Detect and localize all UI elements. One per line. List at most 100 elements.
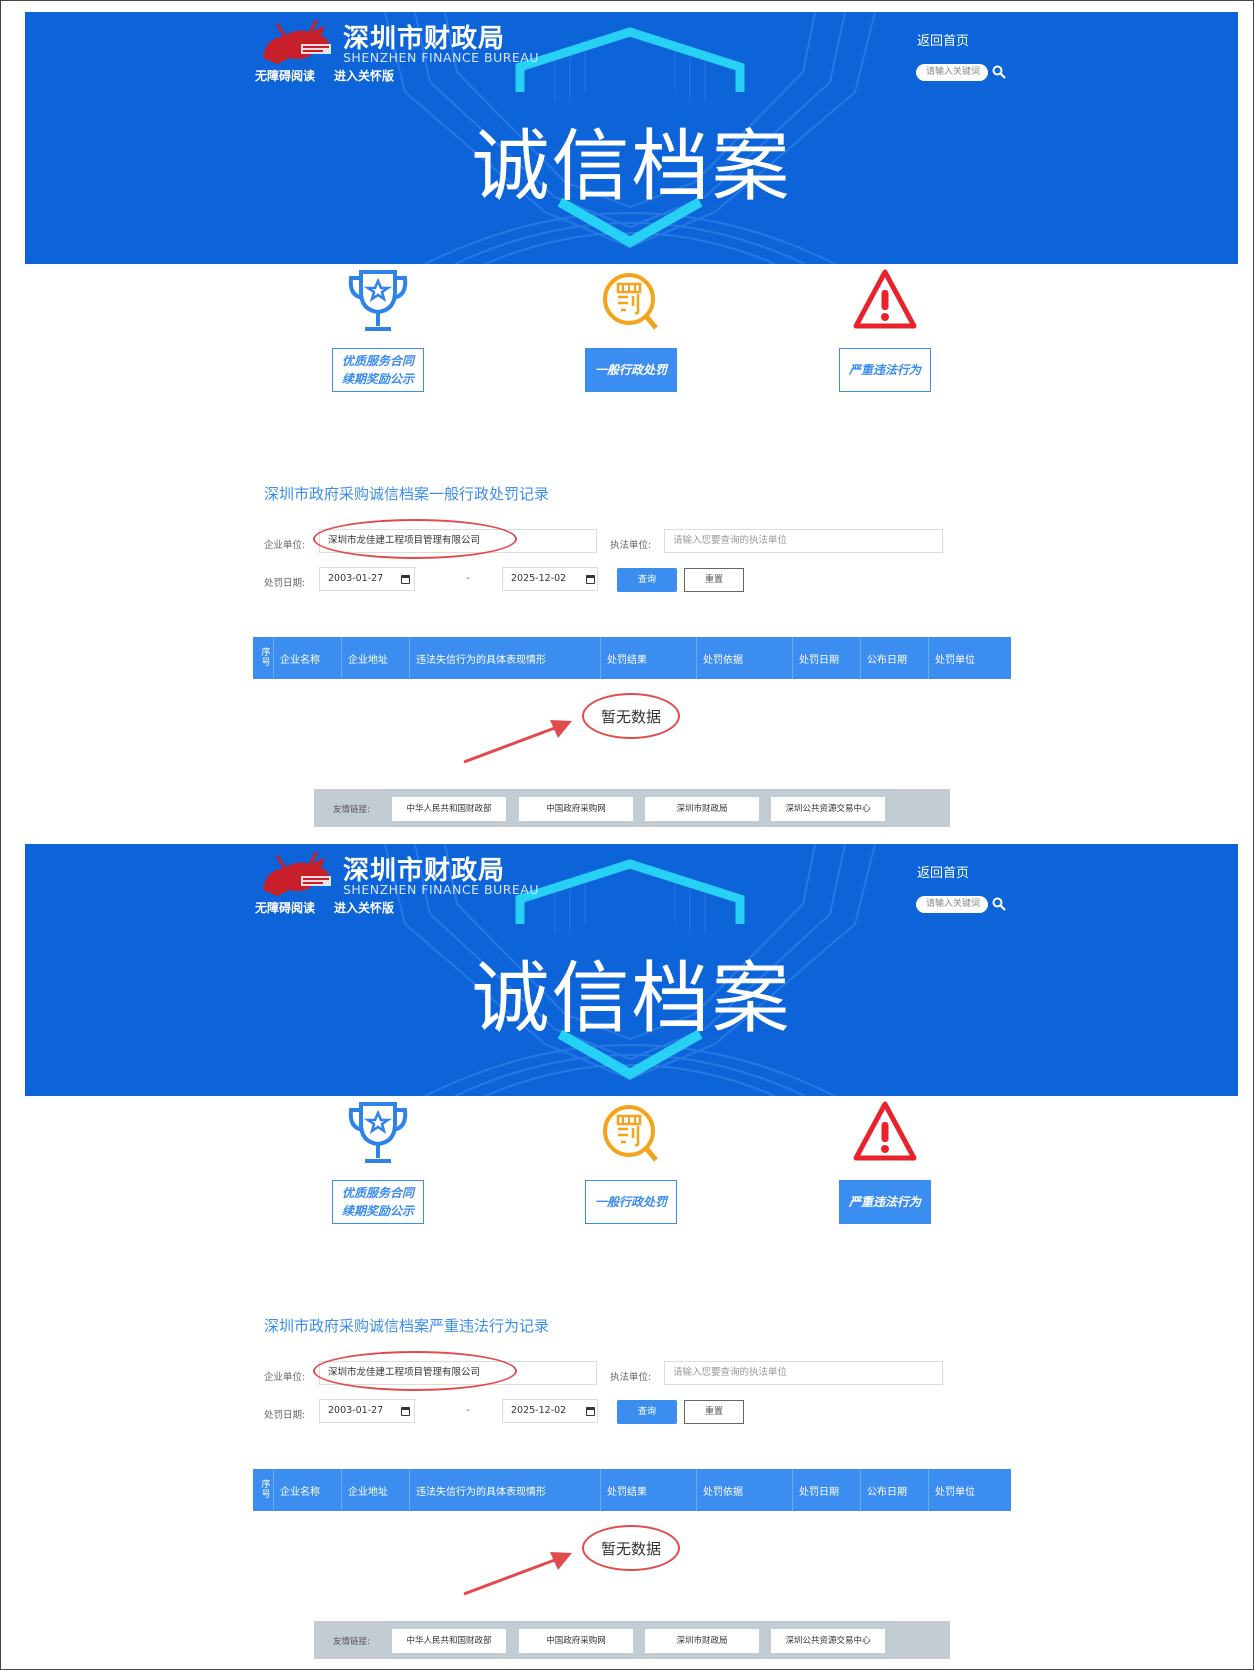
column-header: 处罚依据 <box>697 1469 793 1511</box>
category-award-button[interactable]: 优质服务合同 续期奖励公示 <box>332 1180 424 1224</box>
enforcer-label: 执法单位: <box>610 1372 652 1383</box>
search-input[interactable]: 请输入关键词 <box>916 64 988 81</box>
penalty-icon <box>603 1105 658 1162</box>
column-header: 处罚结果 <box>601 1469 697 1511</box>
company-input[interactable]: 深圳市龙佳建工程项目管理有限公司 <box>319 529 597 553</box>
calendar-icon[interactable] <box>401 575 410 584</box>
category-award[interactable]: 优质服务合同 续期奖励公示 <box>328 266 428 392</box>
column-header: 违法失信行为的具体表现情形 <box>410 1469 601 1511</box>
enforcer-input[interactable]: 请输入您要查询的执法单位 <box>664 1361 943 1385</box>
column-header: 企业地址 <box>342 637 410 679</box>
friendly-links-bar: 友情链接: 中华人民共和国财政部 中国政府采购网 深圳市财政局 深圳公共资源交易… <box>314 789 950 827</box>
column-header-index: 序号 <box>253 637 274 679</box>
date-label: 处罚日期: <box>264 578 306 589</box>
panel-serious-violation: 深圳市财政局 SHENZHEN FINANCE BUREAU 无障碍阅读 进入关… <box>0 832 1254 1667</box>
category-general-penalty-button[interactable]: 一般行政处罚 <box>585 1180 677 1224</box>
column-header: 处罚结果 <box>601 637 697 679</box>
category-serious-violation[interactable]: 严重违法行为 <box>835 266 935 392</box>
calendar-icon[interactable] <box>586 575 595 584</box>
friendly-links-label: 友情链接: <box>333 805 370 815</box>
date-to-input[interactable]: 2025-12-02 <box>502 1399 598 1423</box>
column-header: 违法失信行为的具体表现情形 <box>410 637 601 679</box>
banner: 深圳市财政局 SHENZHEN FINANCE BUREAU 无障碍阅读 进入关… <box>25 844 1238 1096</box>
banner: 深圳市财政局 SHENZHEN FINANCE BUREAU 无障碍阅读 进入关… <box>25 12 1238 264</box>
category-label: 一般行政处罚 <box>594 1195 667 1209</box>
enforcer-label: 执法单位: <box>610 540 652 551</box>
column-header-text: 号 <box>261 1490 271 1500</box>
company-label: 企业单位: <box>264 540 306 551</box>
query-button[interactable]: 查询 <box>617 568 677 592</box>
category-general-penalty-button[interactable]: 一般行政处罚 <box>585 348 677 392</box>
search-icon[interactable] <box>992 65 1006 79</box>
home-link[interactable]: 返回首页 <box>917 30 969 49</box>
panel-general-penalty: 深圳市财政局 SHENZHEN FINANCE BUREAU 无障碍阅读 进入关… <box>0 0 1254 835</box>
footer-link-mof[interactable]: 中华人民共和国财政部 <box>392 797 506 821</box>
category-serious-violation[interactable]: 严重违法行为 <box>835 1098 935 1224</box>
warning-icon <box>853 269 917 329</box>
category-label: 优质服务合同 <box>341 354 414 368</box>
calendar-icon[interactable] <box>586 1407 595 1416</box>
table-header: 序号 企业名称 企业地址 违法失信行为的具体表现情形 处罚结果 处罚依据 处罚日… <box>253 637 1011 679</box>
site-subtitle: SHENZHEN FINANCE BUREAU <box>343 882 540 897</box>
column-header-text: 序 <box>261 648 271 658</box>
column-header-text: 号 <box>261 658 271 668</box>
column-header: 企业名称 <box>274 1469 342 1511</box>
footer-link-ccgp[interactable]: 中国政府采购网 <box>519 1629 633 1653</box>
footer-link-szggzy[interactable]: 深圳公共资源交易中心 <box>771 797 885 821</box>
category-serious-violation-button[interactable]: 严重违法行为 <box>839 1180 931 1224</box>
accessibility-link[interactable]: 无障碍阅读 <box>255 67 315 84</box>
category-label: 续期奖励公示 <box>341 372 414 386</box>
date-separator: - <box>466 1405 470 1416</box>
footer-link-mof[interactable]: 中华人民共和国财政部 <box>392 1629 506 1653</box>
banner-title: 诚信档案 <box>471 122 792 212</box>
column-header: 处罚单位 <box>935 1486 975 1498</box>
category-label: 严重违法行为 <box>848 363 921 377</box>
care-mode-link[interactable]: 进入关怀版 <box>334 899 394 916</box>
column-header-index: 序号 <box>253 1469 274 1511</box>
section-title: 深圳市政府采购诚信档案严重违法行为记录 <box>264 1317 550 1335</box>
friendly-links-bar: 友情链接: 中华人民共和国财政部 中国政府采购网 深圳市财政局 深圳公共资源交易… <box>314 1621 950 1659</box>
column-header: 处罚依据 <box>697 637 793 679</box>
calendar-icon[interactable] <box>401 1407 410 1416</box>
care-mode-link[interactable]: 进入关怀版 <box>334 67 394 84</box>
friendly-links-label: 友情链接: <box>333 1637 370 1647</box>
home-link[interactable]: 返回首页 <box>917 862 969 881</box>
search-icon[interactable] <box>992 897 1006 911</box>
annotation-arrow-icon <box>463 720 572 764</box>
date-to-input[interactable]: 2025-12-02 <box>502 567 598 591</box>
category-label: 优质服务合同 <box>341 1186 414 1200</box>
category-award[interactable]: 优质服务合同 续期奖励公示 <box>328 1098 428 1224</box>
accessibility-link[interactable]: 无障碍阅读 <box>255 899 315 916</box>
column-header-text: 序 <box>261 1480 271 1490</box>
penalty-icon <box>603 273 658 330</box>
category-general-penalty[interactable]: 一般行政处罚 <box>581 266 681 392</box>
category-award-button[interactable]: 优质服务合同 续期奖励公示 <box>332 348 424 392</box>
company-label: 企业单位: <box>264 1372 306 1383</box>
date-separator: - <box>466 573 470 584</box>
reset-button[interactable]: 重置 <box>684 568 744 592</box>
reset-button[interactable]: 重置 <box>684 1400 744 1424</box>
bull-logo-icon <box>263 851 331 896</box>
footer-link-ccgp[interactable]: 中国政府采购网 <box>519 797 633 821</box>
section-title: 深圳市政府采购诚信档案一般行政处罚记录 <box>264 485 550 503</box>
category-serious-violation-button[interactable]: 严重违法行为 <box>839 348 931 392</box>
category-label: 严重违法行为 <box>848 1195 921 1209</box>
column-header: 公布日期 <box>861 1469 929 1511</box>
enforcer-input[interactable]: 请输入您要查询的执法单位 <box>664 529 943 553</box>
table-header: 序号 企业名称 企业地址 违法失信行为的具体表现情形 处罚结果 处罚依据 处罚日… <box>253 1469 1011 1511</box>
bull-logo-icon <box>263 19 331 64</box>
category-general-penalty[interactable]: 一般行政处罚 <box>581 1098 681 1224</box>
date-label: 处罚日期: <box>264 1410 306 1421</box>
empty-state-text: 暂无数据 <box>601 708 662 726</box>
column-header: 处罚日期 <box>793 1469 861 1511</box>
trophy-icon <box>348 1102 408 1163</box>
column-header: 公布日期 <box>861 637 929 679</box>
footer-link-szfb[interactable]: 深圳市财政局 <box>645 797 759 821</box>
footer-link-szfb[interactable]: 深圳市财政局 <box>645 1629 759 1653</box>
company-input[interactable]: 深圳市龙佳建工程项目管理有限公司 <box>319 1361 597 1385</box>
column-header: 处罚日期 <box>793 637 861 679</box>
footer-link-szggzy[interactable]: 深圳公共资源交易中心 <box>771 1629 885 1653</box>
query-button[interactable]: 查询 <box>617 1400 677 1424</box>
category-label: 一般行政处罚 <box>594 363 667 377</box>
search-input[interactable]: 请输入关键词 <box>916 896 988 913</box>
